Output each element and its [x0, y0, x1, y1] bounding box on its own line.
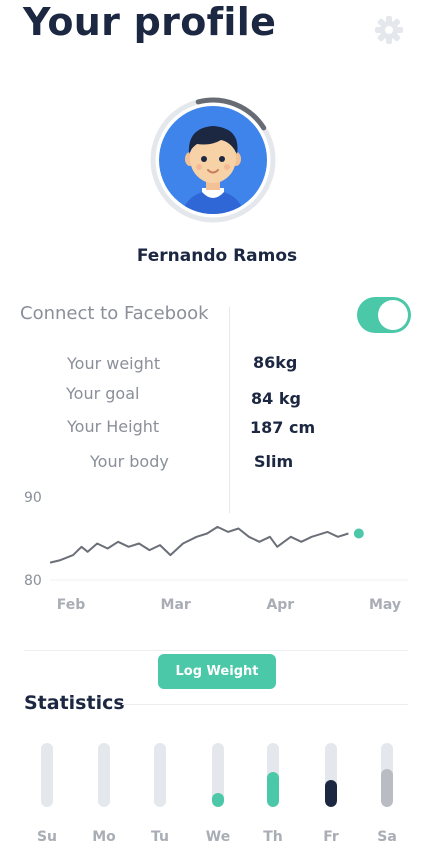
- bar-track: [41, 743, 53, 807]
- bar-track: [325, 743, 337, 807]
- day-label: Th: [263, 829, 283, 845]
- statistics-title: Statistics: [24, 692, 125, 714]
- stat-label-goal: Your goal: [66, 384, 140, 403]
- stat-label-weight: Your weight: [67, 354, 161, 373]
- current-point: [353, 528, 364, 539]
- log-weight-button[interactable]: Log Weight: [158, 654, 276, 689]
- vertical-divider: [229, 307, 230, 513]
- section-divider: [24, 650, 408, 651]
- day-bar-sa: Sa: [367, 743, 407, 853]
- bar-track: [154, 743, 166, 807]
- stat-value-height: 187 cm: [250, 418, 316, 437]
- bar-track: [267, 743, 279, 807]
- day-label: We: [205, 829, 231, 845]
- settings-gear-icon[interactable]: [373, 14, 405, 46]
- statistics-divider: [122, 704, 408, 705]
- day-bar-th: Th: [253, 743, 293, 853]
- day-bar-su: Su: [27, 743, 67, 853]
- weight-chart: 90 80 Feb Mar Apr May: [24, 490, 408, 613]
- x-tick-label: Feb: [57, 597, 86, 613]
- stat-label-body: Your body: [90, 452, 169, 471]
- bar-fill: [381, 769, 393, 807]
- y-tick-label: 90: [24, 490, 42, 506]
- day-label: Sa: [377, 829, 397, 845]
- day-label: Su: [36, 829, 58, 845]
- stat-value-goal: 84 kg: [251, 389, 301, 408]
- day-label: Tu: [151, 829, 169, 845]
- day-label: Mo: [92, 829, 116, 845]
- day-bar-fr: Fr: [311, 743, 351, 853]
- bar-track: [381, 743, 393, 807]
- avatar[interactable]: [149, 96, 277, 224]
- avatar-boy-icon: [150, 97, 276, 223]
- x-tick-label: May: [369, 597, 401, 613]
- facebook-toggle[interactable]: [357, 297, 411, 333]
- x-tick-label: Mar: [161, 597, 191, 613]
- stat-value-weight: 86kg: [253, 353, 298, 372]
- stat-value-body: Slim: [254, 452, 294, 471]
- y-tick-label: 80: [24, 573, 42, 589]
- user-name: Fernando Ramos: [136, 246, 298, 266]
- toggle-knob: [378, 300, 408, 330]
- page-title: Your profile: [23, 0, 277, 44]
- bar-fill: [267, 772, 279, 807]
- connect-facebook-label: Connect to Facebook: [20, 303, 209, 324]
- x-tick-label: Apr: [266, 597, 294, 613]
- day-bar-we: We: [198, 743, 238, 853]
- weight-line: [49, 525, 349, 564]
- bar-fill: [212, 793, 224, 807]
- stat-label-height: Your Height: [67, 417, 160, 436]
- day-label: Fr: [323, 829, 339, 845]
- bar-track: [98, 743, 110, 807]
- day-bar-mo: Mo: [84, 743, 124, 853]
- bar-track: [212, 743, 224, 807]
- day-bar-tu: Tu: [140, 743, 180, 853]
- bar-fill: [325, 780, 337, 807]
